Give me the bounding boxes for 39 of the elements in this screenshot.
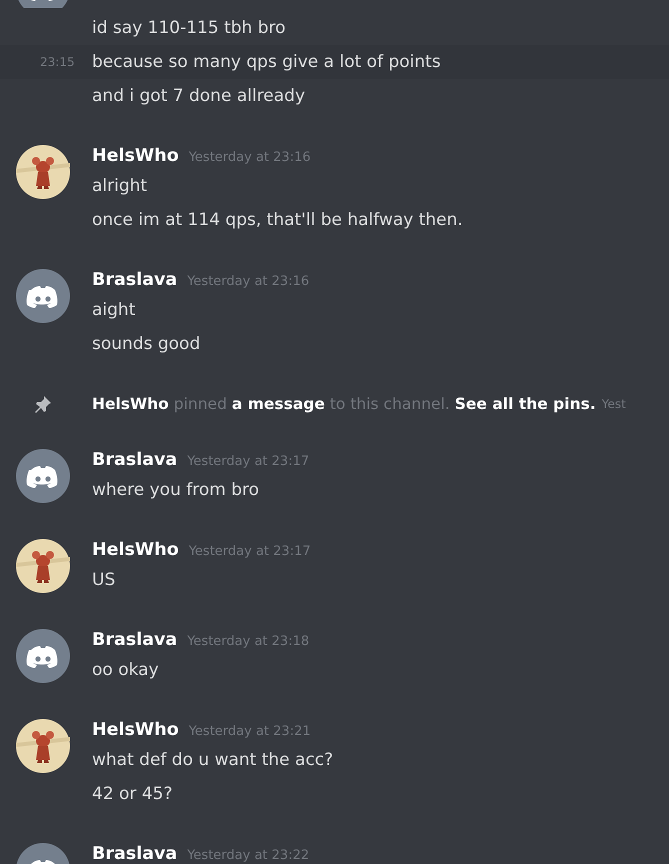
username[interactable]: HelsWho [92,537,179,563]
timestamp: Yest [602,396,626,413]
timestamp: Yesterday at 23:16 [187,273,310,291]
message-text: what def do u want the acc? [92,749,334,772]
pin-link[interactable]: a message [232,395,325,413]
avatar[interactable] [16,145,70,199]
message-text: alright [92,175,148,198]
pin-link[interactable]: See all the pins. [454,395,596,413]
timestamp: Yesterday at 23:17 [188,543,311,561]
timestamp: Yesterday at 23:21 [188,723,311,741]
username[interactable]: Braslava [92,841,178,864]
username[interactable]: HelsWho [92,143,179,169]
message-text: oo okay [92,659,159,682]
timestamp: Yesterday at 23:17 [187,453,310,471]
hover-time: 23:15 [40,54,75,71]
message-text: US [92,569,116,592]
avatar[interactable] [16,449,70,503]
avatar[interactable] [16,719,70,773]
username[interactable]: Braslava [92,447,178,473]
pin-icon [33,394,53,414]
message-text: and i got 7 done allready [92,85,306,108]
timestamp: Yesterday at 23:18 [187,633,310,651]
message-row[interactable]: 23:15 because so many qps give a lot of points [0,45,669,79]
timestamp: Yesterday at 23:22 [187,847,310,864]
avatar[interactable] [16,539,70,593]
username[interactable]: HelsWho [92,717,179,743]
username[interactable]: Braslava [92,627,178,653]
timestamp: Yesterday at 23:16 [188,149,311,167]
message-text: once im at 114 qps, that'll be halfway then. [92,209,463,232]
pin-notice: HelsWho pinned a message to this channel. See all the pins. [92,394,596,415]
message-text: 42 or 45? [92,783,172,806]
message-text: sounds good [92,333,200,356]
username[interactable]: Braslava [92,267,178,293]
message-text: aight [92,299,136,322]
message-text: where you from bro [92,479,260,502]
avatar[interactable] [16,269,70,323]
message-text: id say 110-115 tbh bro [92,17,286,40]
avatar[interactable] [16,629,70,683]
message-text: because so many qps give a lot of points [92,51,441,74]
